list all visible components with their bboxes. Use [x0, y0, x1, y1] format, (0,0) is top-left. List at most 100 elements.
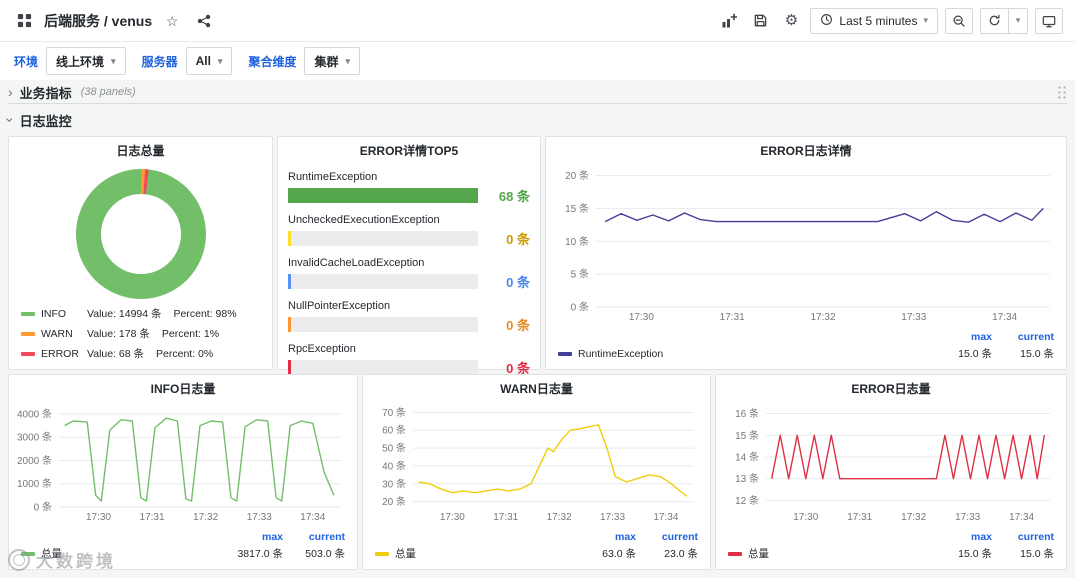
navbar-actions: ⚙ Last 5 minutes ▾ ▾	[717, 7, 1063, 34]
pie-legend-text: WARN	[41, 327, 73, 340]
time-range-picker[interactable]: Last 5 minutes ▾	[810, 7, 938, 34]
legend-header[interactable]: current	[636, 531, 698, 543]
legend-series[interactable]: 总量	[375, 546, 574, 561]
svg-text:70 条: 70 条	[382, 406, 406, 419]
bar-gauge-label: UncheckedExecutionException	[288, 214, 440, 226]
filter-server-label[interactable]: 服务器	[142, 53, 178, 70]
filter-env-label[interactable]: 环境	[14, 53, 38, 70]
legend-value: 63.0 条	[602, 548, 636, 560]
dashboard-title[interactable]: 后端服务 / venus	[44, 11, 152, 31]
line-chart[interactable]: 0 条 1000 条 2000 条 3000 条 4000 条 17:30 17:31 17:…	[13, 401, 351, 523]
legend-series[interactable]: 总量	[21, 546, 221, 561]
apps-grid-icon[interactable]	[12, 9, 36, 33]
legend-value: 23.0 条	[664, 548, 698, 560]
bar-gauge: RuntimeException 68 条 UncheckedExecutionEx…	[278, 163, 540, 381]
panel-error-volume: ERROR日志量 12 条 13 条 14 条 15 条 16 条 17:30 17:31 1…	[715, 374, 1067, 570]
panel-warn-volume: WARN日志量 20 条 30 条 40 条 50 条 60 条 70 条 17:30 17:…	[362, 374, 711, 570]
legend-series[interactable]: RuntimeException	[558, 348, 930, 360]
panel-title[interactable]: INFO日志量	[9, 375, 357, 401]
svg-text:17:32: 17:32	[193, 512, 218, 523]
row-log-monitoring[interactable]: › 日志监控	[2, 108, 1067, 132]
pie-legend-item[interactable]: INFO Value: 14994 条 Percent: 98%	[21, 306, 237, 321]
bar-gauge-track	[288, 317, 478, 332]
legend-header[interactable]: max	[221, 531, 283, 543]
legend-header[interactable]: max	[930, 331, 992, 343]
panel-title[interactable]: ERROR日志量	[716, 375, 1066, 401]
pie-legend: INFO Value: 14994 条 Percent: 98% WARN Value:…	[21, 306, 237, 361]
legend-series-marker	[21, 331, 35, 336]
bar-gauge-track	[288, 360, 478, 375]
svg-text:14 条: 14 条	[735, 451, 759, 464]
legend-header[interactable]: current	[992, 331, 1054, 343]
bar-gauge-value: 0 条	[506, 232, 530, 247]
legend-series-name: 总量	[41, 548, 62, 560]
panel-title[interactable]: ERROR日志详情	[546, 137, 1066, 163]
bar-gauge-row: NullPointerException 0 条	[288, 300, 530, 334]
legend-series[interactable]: 总量	[728, 546, 930, 561]
pie-legend-text: Percent: 98%	[173, 307, 237, 320]
legend-series-name: RuntimeException	[578, 347, 664, 360]
pie-legend-text: INFO	[41, 307, 67, 320]
filter-env-value[interactable]: 线上环境 ▾	[46, 47, 126, 75]
pie-legend-text: Value: 68 条	[87, 348, 145, 360]
refresh-button[interactable]	[980, 7, 1008, 34]
row-business-metrics[interactable]: › 业务指标 (38 panels)	[8, 81, 1067, 104]
filter-env: 环境 线上环境 ▾	[14, 47, 126, 75]
clock-icon	[820, 13, 833, 29]
svg-text:12 条: 12 条	[735, 494, 759, 507]
panel-log-total: 日志总量 INFO Value: 14994 条 Percent: 98% WARN V…	[8, 136, 273, 370]
donut-wrap	[9, 169, 272, 299]
bar-gauge-label: NullPointerException	[288, 300, 391, 312]
tv-mode-button[interactable]	[1035, 7, 1063, 34]
line-chart[interactable]: 20 条 30 条 40 条 50 条 60 条 70 条 17:30 17:31 17:32 1…	[367, 401, 704, 523]
star-icon[interactable]: ☆	[160, 9, 184, 33]
legend-header[interactable]: max	[930, 531, 992, 543]
chevron-down-icon: ▾	[217, 55, 223, 66]
svg-text:20 条: 20 条	[382, 495, 406, 508]
save-icon[interactable]	[748, 9, 772, 33]
legend-header[interactable]: max	[574, 531, 636, 543]
row-title: 业务指标	[19, 85, 72, 101]
legend-header[interactable]: current	[992, 531, 1054, 543]
svg-text:0 条: 0 条	[571, 301, 589, 314]
svg-text:30 条: 30 条	[382, 477, 406, 490]
pie-legend-text: Percent: 1%	[161, 327, 220, 340]
bar-gauge-fill	[288, 317, 291, 332]
donut-chart[interactable]	[75, 169, 206, 299]
refresh-split-button: ▾	[980, 7, 1028, 34]
svg-text:17:31: 17:31	[493, 512, 518, 523]
share-icon[interactable]	[192, 9, 216, 33]
chevron-down-icon: ▾	[1015, 15, 1021, 25]
refresh-interval-caret[interactable]: ▾	[1008, 7, 1028, 34]
line-chart[interactable]: 0 条 5 条 10 条 15 条 20 条 17:30 17:31 17:32 17:33 17…	[550, 163, 1060, 323]
legend-header[interactable]: current	[283, 531, 345, 543]
settings-gear-icon[interactable]: ⚙	[779, 9, 803, 33]
pie-legend-item[interactable]: WARN Value: 178 条 Percent: 1%	[21, 326, 237, 341]
line-chart[interactable]: 12 条 13 条 14 条 15 条 16 条 17:30 17:31 17:32 17:33…	[720, 401, 1060, 523]
legend-series-marker	[21, 311, 35, 316]
svg-text:13 条: 13 条	[735, 472, 759, 485]
legend-value: 503.0 条	[305, 548, 345, 560]
panel-title[interactable]: ERROR详情TOP5	[278, 137, 540, 163]
svg-text:17:31: 17:31	[847, 512, 872, 523]
pie-legend-text: Value: 14994 条	[87, 308, 162, 320]
legend-value: 3817.0 条	[237, 548, 283, 560]
chevron-down-icon: ▾	[345, 55, 351, 66]
chevron-down-icon: ▾	[111, 55, 116, 66]
panel-title[interactable]: WARN日志量	[363, 375, 710, 401]
pie-legend-item[interactable]: ERROR Value: 68 条 Percent: 0%	[21, 346, 237, 361]
line-chart-svg: 20 条 30 条 40 条 50 条 60 条 70 条 17:30 17:31 17:32 1…	[382, 406, 694, 523]
panel-title[interactable]: 日志总量	[9, 137, 272, 163]
zoom-out-button[interactable]	[945, 7, 973, 34]
svg-text:17:30: 17:30	[793, 512, 818, 523]
filter-dimension-label[interactable]: 聚合维度	[248, 53, 296, 70]
svg-text:17:31: 17:31	[720, 312, 745, 323]
legend-series-marker	[21, 551, 35, 556]
add-panel-icon[interactable]	[717, 9, 741, 33]
bar-gauge-fill	[288, 231, 291, 246]
drag-handle-icon[interactable]	[1056, 84, 1067, 100]
filter-dimension-value[interactable]: 集群 ▾	[304, 47, 361, 75]
filter-server-value[interactable]: All ▾	[185, 47, 233, 75]
legend-value: 15.0 条	[1020, 348, 1054, 360]
bar-gauge-label: RpcException	[288, 343, 356, 355]
